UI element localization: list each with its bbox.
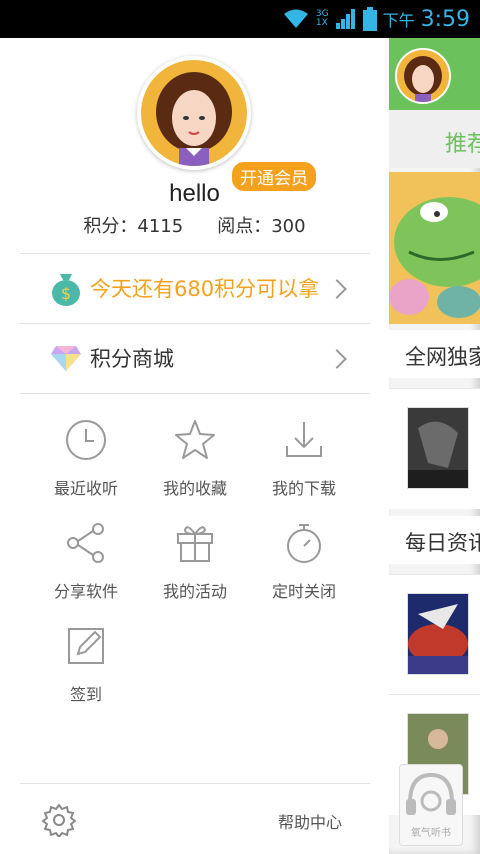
section-title: 每日资讯 [405, 531, 480, 555]
section-title: 全网独家 [405, 345, 480, 369]
header-avatar[interactable] [395, 48, 451, 104]
grid-label: 我的下载 [271, 479, 336, 498]
grid-label: 我的收藏 [162, 479, 227, 498]
help-center-link[interactable]: 帮助中心 [278, 809, 342, 833]
book-cover [407, 407, 469, 489]
grid-label: 我的活动 [162, 582, 227, 601]
wifi-icon [283, 9, 308, 28]
user-avatar[interactable] [137, 56, 251, 170]
user-stats: 积分：4115 阅点：300 [0, 212, 389, 238]
star-icon [175, 420, 215, 459]
chevron-right-icon [327, 349, 347, 369]
edit-icon [68, 628, 104, 664]
sleep-timer-button[interactable]: 定时关闭 [254, 521, 354, 611]
side-drawer: 开通会员 hello 积分：4115 阅点：300 $ 今天还有680积分可以拿… [0, 38, 389, 854]
list-item[interactable] [389, 574, 480, 695]
points-store-row[interactable]: 积分商城 [50, 338, 174, 378]
section-header-daily-news: 每日资讯 [389, 516, 480, 564]
headphones-icon [406, 772, 456, 815]
reading-points-value: 阅点：300 [217, 216, 306, 237]
signal-icon [335, 9, 355, 29]
divider [20, 393, 370, 394]
divider [20, 783, 370, 784]
gift-icon [177, 526, 213, 562]
content-header [389, 38, 480, 110]
username: hello [169, 180, 220, 207]
clock-icon [66, 420, 106, 460]
share-icon [67, 523, 104, 563]
my-favorites-button[interactable]: 我的收藏 [145, 418, 245, 508]
points-store-label: 积分商城 [90, 347, 174, 371]
points-promo-text: 今天还有680积分可以拿 [90, 277, 320, 301]
player-logo[interactable]: 氧气听书 [399, 764, 463, 846]
content-tabs: 推荐 [389, 110, 480, 168]
list-item[interactable] [389, 388, 480, 509]
time: 3:59 [420, 6, 470, 32]
tab-recommend[interactable]: 推荐 [445, 126, 480, 158]
time-ampm: 下午 [382, 11, 415, 30]
main-content-panel[interactable]: 推荐 全网独家 每日资讯 氧气听书 [389, 38, 480, 854]
avatar-image [141, 60, 247, 166]
share-app-button[interactable]: 分享软件 [36, 521, 136, 611]
download-icon [286, 422, 322, 457]
settings-icon[interactable] [42, 803, 76, 837]
network-type-bottom: 1X [315, 18, 328, 28]
grid-label: 签到 [69, 685, 102, 704]
book-cover [407, 593, 469, 675]
network-type: 3G 1X [316, 10, 329, 28]
recent-listening-button[interactable]: 最近收听 [36, 418, 136, 508]
status-bar-right: 3G 1X 下午 3:59 [282, 0, 470, 38]
section-header-exclusive: 全网独家 [389, 330, 480, 378]
my-downloads-button[interactable]: 我的下载 [254, 418, 354, 508]
grid-label: 定时关闭 [271, 582, 336, 601]
grid-label: 最近收听 [53, 479, 118, 498]
status-bar: 3G 1X 下午 3:59 [0, 0, 480, 38]
divider [20, 323, 370, 324]
points-value: 积分：4115 [83, 216, 184, 237]
check-in-button[interactable]: 签到 [36, 624, 136, 714]
grid-label: 分享软件 [53, 582, 118, 601]
points-promo-row[interactable]: $ 今天还有680积分可以拿 [50, 268, 350, 308]
battery-icon [362, 7, 377, 31]
timer-icon [287, 524, 321, 563]
svg-text:$: $ [61, 284, 71, 303]
money-bag-icon: $ [52, 274, 80, 306]
my-activities-button[interactable]: 我的活动 [145, 521, 245, 611]
logo-text: 氧气听书 [411, 828, 451, 839]
divider [20, 253, 370, 254]
diamond-icon [51, 346, 81, 371]
banner-image[interactable] [389, 172, 480, 324]
